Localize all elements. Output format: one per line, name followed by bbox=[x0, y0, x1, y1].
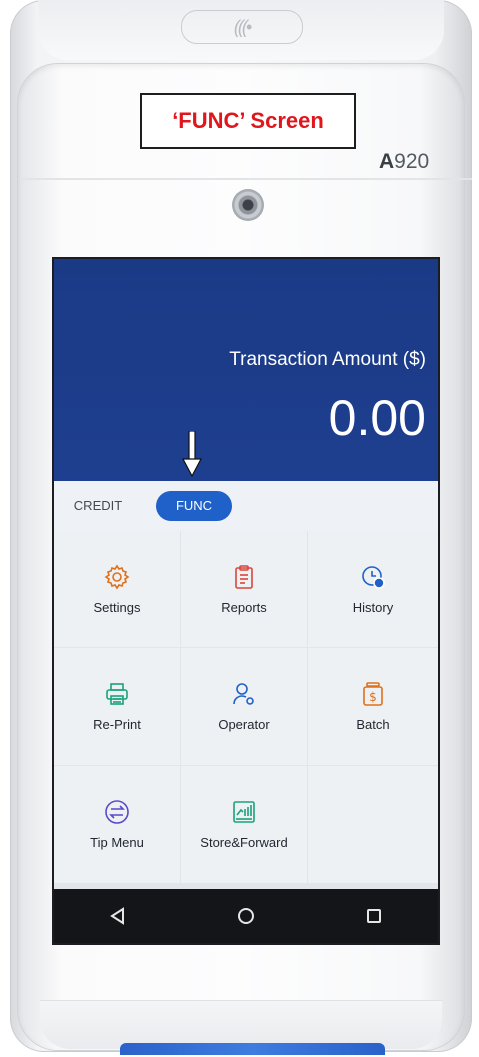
android-nav-bar bbox=[54, 889, 438, 943]
empty-grid-cell bbox=[308, 766, 438, 883]
settings-label: Settings bbox=[93, 599, 141, 615]
tip-menu-button[interactable]: Tip Menu bbox=[54, 766, 180, 883]
recents-square-icon bbox=[367, 909, 381, 923]
amount-label: Transaction Amount ($) bbox=[229, 349, 426, 370]
svg-text:$: $ bbox=[369, 690, 377, 704]
screen-annotation-label: ‘FUNC’ Screen bbox=[140, 93, 356, 149]
tip-menu-label: Tip Menu bbox=[90, 835, 144, 850]
terminal-screen: Transaction Amount ($) 0.00 CREDIT FUNC … bbox=[52, 257, 440, 945]
nav-recents-button[interactable] bbox=[344, 896, 404, 936]
model-prefix: A bbox=[379, 150, 395, 173]
store-forward-button[interactable]: Store&Forward bbox=[181, 766, 307, 883]
back-triangle-icon bbox=[110, 907, 124, 925]
model-label: A920 bbox=[379, 150, 429, 174]
terminal-top-cap: (((• bbox=[38, 0, 444, 60]
down-arrow-icon bbox=[182, 431, 202, 477]
batch-button[interactable]: $ Batch bbox=[308, 648, 438, 765]
operator-label: Operator bbox=[218, 717, 270, 732]
store-forward-label: Store&Forward bbox=[200, 835, 288, 850]
user-gear-icon bbox=[233, 683, 254, 705]
reports-button[interactable]: Reports bbox=[181, 531, 307, 647]
terminal-bottom bbox=[40, 1000, 442, 1049]
model-number: 920 bbox=[394, 150, 430, 173]
contactless-icon: (((• bbox=[181, 10, 303, 44]
amount-panel: Transaction Amount ($) 0.00 bbox=[54, 259, 438, 481]
nav-home-button[interactable] bbox=[216, 896, 276, 936]
tab-func[interactable]: FUNC bbox=[156, 491, 232, 521]
settings-button[interactable]: Settings bbox=[54, 531, 180, 647]
cash-jar-icon: $ bbox=[363, 682, 383, 706]
annotation-text: ‘FUNC’ Screen bbox=[172, 108, 324, 133]
chart-box-icon bbox=[233, 801, 255, 823]
clipboard-icon bbox=[235, 564, 253, 589]
bezel-divider bbox=[20, 178, 472, 180]
swap-arrows-icon bbox=[105, 800, 129, 824]
history-label: History bbox=[352, 599, 394, 615]
camera-icon bbox=[232, 189, 264, 221]
reprint-label: Re-Print bbox=[93, 717, 141, 732]
mode-tabs: CREDIT FUNC bbox=[54, 481, 438, 531]
tab-credit[interactable]: CREDIT bbox=[68, 491, 128, 521]
nav-back-button[interactable] bbox=[88, 896, 148, 936]
home-circle-icon bbox=[238, 908, 254, 924]
history-button[interactable]: History bbox=[308, 531, 438, 647]
operator-button[interactable]: Operator bbox=[181, 648, 307, 765]
clock-dollar-icon bbox=[362, 565, 385, 589]
contactless-symbol: (((• bbox=[233, 16, 252, 37]
gear-icon bbox=[104, 564, 130, 589]
card-slot-strip bbox=[120, 1043, 385, 1055]
batch-label: Batch bbox=[356, 717, 390, 732]
reprint-button[interactable]: Re-Print bbox=[54, 648, 180, 765]
function-grid: Settings Reports History Re-Print Operat… bbox=[54, 531, 438, 891]
printer-icon bbox=[106, 683, 128, 705]
amount-value: 0.00 bbox=[328, 390, 426, 446]
reports-label: Reports bbox=[221, 599, 267, 615]
